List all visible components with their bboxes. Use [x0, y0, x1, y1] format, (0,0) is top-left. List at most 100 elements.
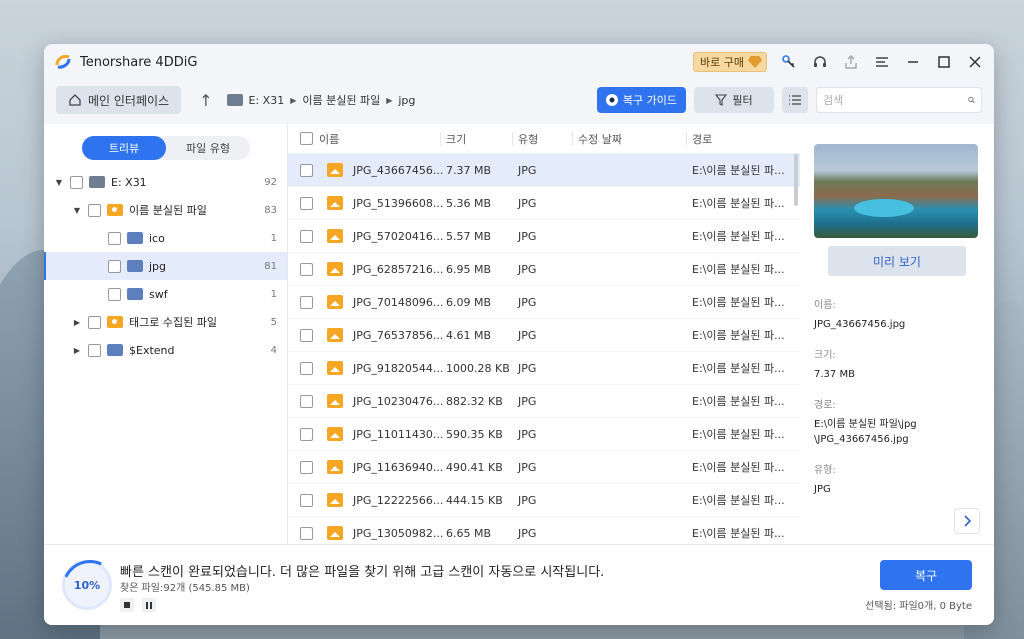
tree-checkbox[interactable]	[108, 287, 121, 301]
cell-path: E:\이름 분실된 파...	[692, 263, 785, 276]
buy-now-button[interactable]: 바로 구매	[693, 52, 767, 72]
expand-caret-icon[interactable]: ▼	[54, 178, 64, 187]
column-header-label: 수정 날짜	[578, 132, 622, 146]
row-checkbox[interactable]	[300, 328, 313, 342]
tree-checkbox[interactable]	[70, 175, 83, 189]
table-row[interactable]: JPG_11011430... 590.35 KB JPG E:\이름 분실된 파..…	[288, 418, 800, 451]
tree-item-drive[interactable]: ▼ E: X31 92	[44, 168, 287, 196]
list-view-button[interactable]	[782, 87, 808, 113]
close-icon[interactable]	[966, 53, 984, 71]
table-row[interactable]: JPG_11636940... 490.41 KB JPG E:\이름 분실된 파..…	[288, 451, 800, 484]
row-checkbox[interactable]	[300, 526, 313, 540]
breadcrumb-item[interactable]: 이름 분실된 파일	[302, 92, 380, 108]
file-name: JPG_13050982...	[353, 526, 444, 540]
stop-icon	[124, 602, 130, 608]
up-arrow-icon[interactable]: ↑	[199, 91, 212, 110]
cell-path: E:\이름 분실된 파...	[692, 197, 785, 210]
scrollbar[interactable]	[794, 154, 798, 206]
preview-panel: 미리 보기 이름: JPG_43667456.jpg 크기: 7.37 MB 경…	[800, 124, 994, 544]
table-row[interactable]: JPG_51396608... 5.36 MB JPG E:\이름 분실된 파...	[288, 187, 800, 220]
key-icon[interactable]	[780, 53, 798, 71]
preview-button[interactable]: 미리 보기	[828, 246, 966, 276]
tree-item-tag-files[interactable]: ▶ 태그로 수집된 파일 5	[44, 308, 287, 336]
row-checkbox[interactable]	[300, 163, 313, 177]
table-row[interactable]: JPG_70148096... 6.09 MB JPG E:\이름 분실된 파...	[288, 286, 800, 319]
filter-label: 필터	[732, 94, 753, 107]
tree-item-count: 5	[270, 316, 277, 328]
row-checkbox[interactable]	[300, 262, 313, 276]
table-row[interactable]: JPG_43667456... 7.37 MB JPG E:\이름 분실된 파...	[288, 154, 800, 187]
scan-progress-ring: 10%	[62, 560, 112, 610]
tree-item-label: swf	[149, 287, 168, 301]
column-header-date[interactable]: 수정 날짜	[572, 124, 686, 153]
table-row[interactable]: JPG_62857216... 6.95 MB JPG E:\이름 분실된 파...	[288, 253, 800, 286]
row-checkbox[interactable]	[300, 427, 313, 441]
tree-checkbox[interactable]	[88, 203, 101, 217]
minimize-icon[interactable]	[904, 53, 922, 71]
tree-item-label: jpg	[149, 259, 167, 273]
tree-item-count: 81	[264, 260, 277, 272]
tab-file-type[interactable]: 파일 유형	[166, 136, 250, 160]
search-input[interactable]	[823, 93, 968, 107]
image-file-icon	[327, 361, 343, 375]
table-row[interactable]: JPG_57020416... 5.57 MB JPG E:\이름 분실된 파...	[288, 220, 800, 253]
row-checkbox[interactable]	[300, 295, 313, 309]
headset-icon[interactable]	[811, 53, 829, 71]
row-checkbox[interactable]	[300, 196, 313, 210]
home-label: 메인 인터페이스	[88, 93, 170, 108]
breadcrumb-item[interactable]: E: X31	[249, 94, 285, 107]
pause-button[interactable]	[142, 598, 156, 612]
row-checkbox[interactable]	[300, 229, 313, 243]
tree-item-ico[interactable]: ico 1	[44, 224, 287, 252]
tree-item-label: $Extend	[129, 343, 175, 357]
next-arrow-button[interactable]	[954, 508, 980, 534]
maximize-icon[interactable]	[935, 53, 953, 71]
cell-size: 5.36 MB	[446, 196, 492, 210]
tree-item-jpg[interactable]: jpg 81	[44, 252, 287, 280]
tree-item-extend[interactable]: ▶ $Extend 4	[44, 336, 287, 364]
home-button[interactable]: 메인 인터페이스	[56, 86, 182, 114]
stop-button[interactable]	[120, 598, 134, 612]
table-row[interactable]: JPG_10230476... 882.32 KB JPG E:\이름 분실된 파..…	[288, 385, 800, 418]
cell-type: JPG	[518, 229, 537, 243]
cell-path: E:\이름 분실된 파...	[692, 230, 785, 243]
info-size-label: 크기:	[814, 350, 836, 361]
tree-checkbox[interactable]	[108, 259, 121, 273]
tree-item-lost-files[interactable]: ▼ 이름 분실된 파일 83	[44, 196, 287, 224]
table-row[interactable]: JPG_91820544... 1000.28 KB JPG E:\이름 분실된 파.…	[288, 352, 800, 385]
select-all-checkbox[interactable]	[300, 132, 313, 145]
tree-checkbox[interactable]	[88, 315, 101, 329]
menu-icon[interactable]	[873, 53, 891, 71]
table-row[interactable]: JPG_12222566... 444.15 KB JPG E:\이름 분실된 파..…	[288, 484, 800, 517]
table-row[interactable]: JPG_76537856... 4.61 MB JPG E:\이름 분실된 파...	[288, 319, 800, 352]
file-name: JPG_62857216...	[353, 262, 444, 276]
breadcrumb-item[interactable]: jpg	[398, 94, 415, 107]
row-checkbox[interactable]	[300, 460, 313, 474]
expand-caret-icon[interactable]: ▶	[72, 318, 82, 327]
recovery-guide-button[interactable]: 복구 가이드	[596, 87, 686, 113]
info-path-value: E:\이름 분실된 파일\jpg \JPG_43667456.jpg	[814, 417, 974, 447]
column-header-label: 이름	[319, 132, 340, 146]
thumbnail-detail	[854, 199, 914, 217]
expand-caret-icon[interactable]: ▶	[72, 346, 82, 355]
column-header-name[interactable]: 이름	[288, 124, 440, 153]
expand-caret-icon[interactable]: ▼	[72, 206, 82, 215]
file-rows: JPG_43667456... 7.37 MB JPG E:\이름 분실된 파... J…	[288, 154, 800, 550]
row-checkbox[interactable]	[300, 361, 313, 375]
cell-name: JPG_13050982...	[288, 526, 444, 540]
pause-icon	[146, 601, 152, 609]
cell-type: JPG	[518, 526, 537, 540]
recover-button[interactable]: 복구	[880, 560, 972, 590]
tree-item-swf[interactable]: swf 1	[44, 280, 287, 308]
column-header-path[interactable]: 경로	[686, 124, 790, 153]
row-checkbox[interactable]	[300, 493, 313, 507]
column-header-type[interactable]: 유형	[512, 124, 572, 153]
tree-checkbox[interactable]	[88, 343, 101, 357]
tab-tree-view[interactable]: 트리뷰	[82, 136, 166, 160]
row-checkbox[interactable]	[300, 394, 313, 408]
filter-button[interactable]: 필터	[694, 87, 774, 113]
search-icon[interactable]	[968, 94, 975, 106]
column-header-size[interactable]: 크기	[440, 124, 512, 153]
share-icon[interactable]	[842, 53, 860, 71]
tree-checkbox[interactable]	[108, 231, 121, 245]
